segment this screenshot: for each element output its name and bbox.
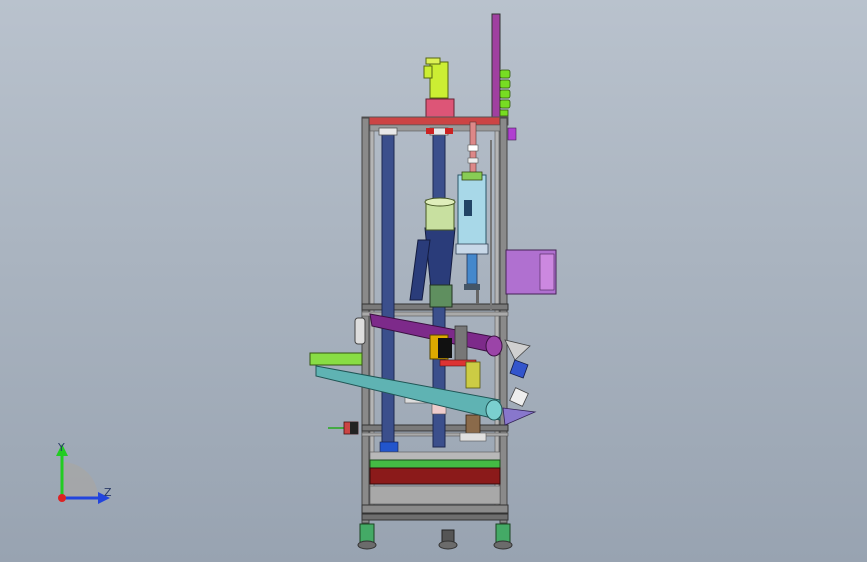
casters[interactable] xyxy=(357,523,513,550)
axis-y-label: Y xyxy=(58,441,65,454)
axis-triad xyxy=(40,440,120,510)
axis-z-label: Z xyxy=(104,486,112,499)
vertical-actuator[interactable] xyxy=(455,121,492,310)
sensor-left[interactable] xyxy=(328,421,359,435)
cad-assembly-model[interactable] xyxy=(0,0,867,562)
feed-tray[interactable] xyxy=(309,317,366,366)
central-cylinder[interactable] xyxy=(409,197,456,308)
electrical-box[interactable] xyxy=(505,127,557,295)
signal-tower[interactable] xyxy=(491,13,511,119)
cad-graphics-viewport[interactable]: Y Z xyxy=(0,0,867,562)
base-plates[interactable] xyxy=(369,441,501,505)
axis-triad-icon xyxy=(56,444,110,504)
top-motor[interactable] xyxy=(423,57,455,118)
